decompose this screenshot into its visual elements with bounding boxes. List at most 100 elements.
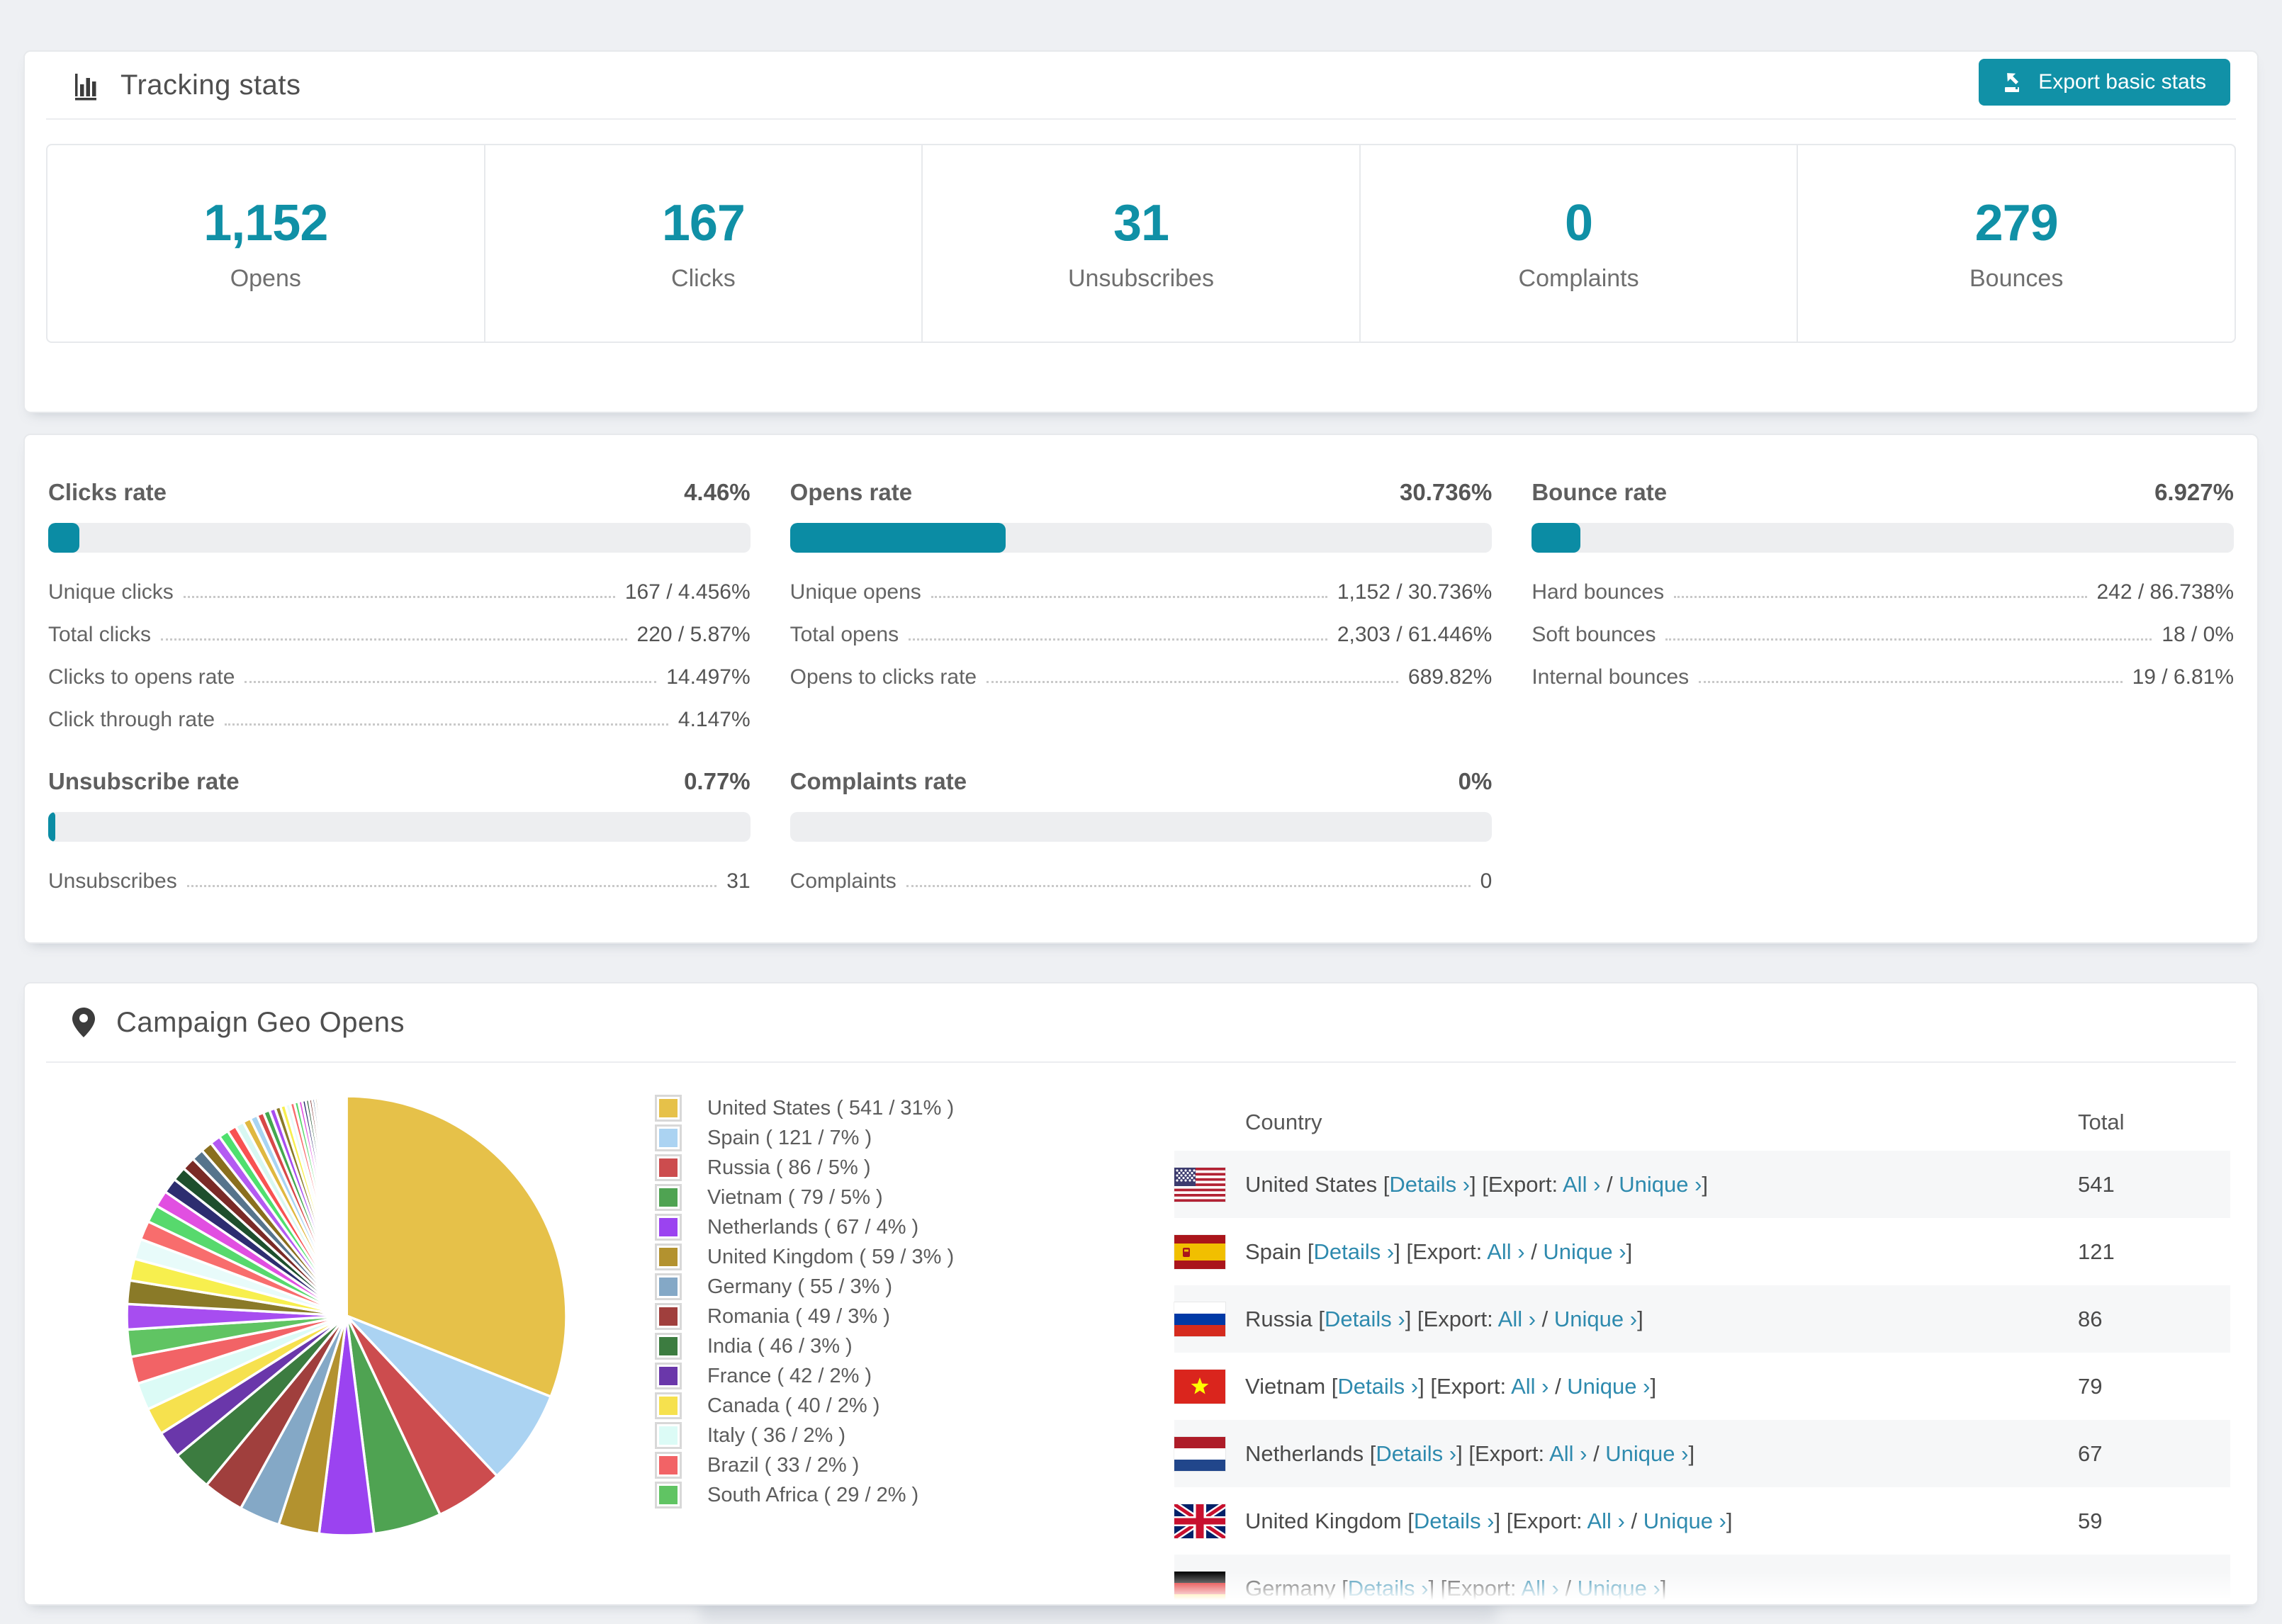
legend-label: France ( 42 / 2% )	[707, 1364, 872, 1387]
country-name: Russia	[1245, 1306, 1319, 1331]
legend-item-spain[interactable]: Spain ( 121 / 7% )	[655, 1123, 954, 1153]
nl-flag-icon	[1174, 1436, 1225, 1471]
country-total: 541	[2078, 1171, 2115, 1197]
rate-title: Unsubscribe rate	[48, 768, 240, 794]
dotted-leader	[186, 885, 717, 887]
details-link[interactable]: Details ›	[1389, 1172, 1470, 1197]
rate-block-opens-rate: Opens rate 30.736% Unique opens 1,152 / 30.…	[789, 479, 1493, 741]
stat-value: 0	[1565, 195, 1593, 252]
legend-item-brazil[interactable]: Brazil ( 33 / 2% )	[655, 1450, 954, 1480]
link-bracket: ]	[1660, 1575, 1667, 1601]
export-all-link[interactable]: All ›	[1511, 1374, 1548, 1399]
legend-label: Brazil ( 33 / 2% )	[707, 1453, 860, 1477]
stat-row-value: 2,303 / 61.446%	[1337, 623, 1493, 646]
legend-item-india[interactable]: India ( 46 / 3% )	[655, 1331, 954, 1361]
legend-label: South Africa ( 29 / 2% )	[707, 1483, 919, 1506]
legend-swatch	[655, 1244, 682, 1270]
stat-row: Clicks to opens rate 14.497%	[48, 656, 751, 699]
stat-row-label: Unique opens	[789, 580, 921, 604]
legend-item-united-states[interactable]: United States ( 541 / 31% )	[655, 1093, 954, 1123]
stat-label: Opens	[230, 265, 301, 292]
details-link[interactable]: Details ›	[1414, 1509, 1495, 1533]
rate-title: Clicks rate	[48, 479, 167, 505]
legend-label: Italy ( 36 / 2% )	[707, 1423, 846, 1447]
stat-label: Bounces	[1969, 265, 2064, 292]
page: Tracking stats Export basic stats 1,152 O…	[0, 0, 2282, 1624]
stat-row: Unique clicks 167 / 4.456%	[48, 571, 751, 614]
export-unique-link[interactable]: Unique ›	[1619, 1172, 1702, 1197]
rate-title: Opens rate	[789, 479, 913, 505]
us-flag-icon	[1174, 1167, 1225, 1202]
details-link[interactable]: Details ›	[1376, 1441, 1456, 1466]
es-flag-icon	[1174, 1234, 1225, 1269]
stat-clicks: 167 Clicks	[483, 145, 922, 342]
stat-label: Clicks	[671, 265, 736, 292]
stat-opens: 1,152 Opens	[47, 145, 484, 342]
export-all-link[interactable]: All ›	[1549, 1441, 1587, 1466]
stat-row-value: 689.82%	[1407, 665, 1493, 689]
geo-opens-header: Campaign Geo Opens	[46, 983, 2236, 1063]
stat-row-label: Total clicks	[48, 623, 152, 646]
export-all-link[interactable]: All ›	[1487, 1239, 1524, 1264]
link-bracket: [	[1318, 1306, 1325, 1331]
legend-label: Canada ( 40 / 2% )	[707, 1394, 880, 1417]
table-row-united-states: United States [Details ›] [Export: All ›…	[1174, 1151, 2230, 1218]
legend-swatch	[655, 1124, 682, 1151]
export-unique-link[interactable]: Unique ›	[1605, 1441, 1688, 1466]
legend-item-vietnam[interactable]: Vietnam ( 79 / 5% )	[655, 1183, 954, 1212]
legend-item-netherlands[interactable]: Netherlands ( 67 / 4% )	[655, 1212, 954, 1242]
rate-value: 30.736%	[1400, 479, 1493, 505]
legend-swatch	[655, 1363, 682, 1389]
export-unique-link[interactable]: Unique ›	[1554, 1307, 1637, 1331]
rate-block-unsubscribe-rate: Unsubscribe rate 0.77% Unsubscribes 31	[48, 768, 751, 903]
ru-flag-icon	[1174, 1302, 1225, 1336]
export-unique-link[interactable]: Unique ›	[1543, 1239, 1626, 1264]
stat-row: Total clicks 220 / 5.87%	[48, 614, 751, 656]
legend-label: India ( 46 / 3% )	[707, 1334, 853, 1358]
tracking-stats-card: Tracking stats Export basic stats 1,152 O…	[23, 50, 2259, 413]
link-bracket: /	[1536, 1306, 1554, 1331]
export-all-link[interactable]: All ›	[1563, 1172, 1600, 1197]
rate-value: 0%	[1458, 768, 1493, 794]
details-link[interactable]: Details ›	[1325, 1307, 1405, 1331]
geo-opens-card: Campaign Geo Opens United States ( 541 /…	[23, 982, 2259, 1606]
legend-item-united-kingdom[interactable]: United Kingdom ( 59 / 3% )	[655, 1242, 954, 1272]
legend-item-russia[interactable]: Russia ( 86 / 5% )	[655, 1153, 954, 1183]
stat-row: Total opens 2,303 / 61.446%	[790, 614, 1493, 656]
legend-item-south-africa[interactable]: South Africa ( 29 / 2% )	[655, 1480, 954, 1510]
export-all-link[interactable]: All ›	[1521, 1576, 1558, 1601]
link-bracket: /	[1600, 1171, 1619, 1197]
stat-row: Unique opens 1,152 / 30.736%	[790, 571, 1493, 614]
export-icon	[2003, 70, 2027, 94]
link-bracket: ] [Export:	[1494, 1508, 1587, 1533]
stat-label: Complaints	[1518, 265, 1639, 292]
link-bracket: [	[1307, 1239, 1314, 1264]
details-link[interactable]: Details ›	[1337, 1374, 1418, 1399]
stat-complaints: 0 Complaints	[1359, 145, 1797, 342]
column-header-total: Total	[2078, 1110, 2125, 1134]
legend-item-romania[interactable]: Romania ( 49 / 3% )	[655, 1302, 954, 1331]
legend-item-italy[interactable]: Italy ( 36 / 2% )	[655, 1421, 954, 1450]
legend-swatch	[655, 1184, 682, 1211]
legend-item-france[interactable]: France ( 42 / 2% )	[655, 1361, 954, 1391]
stat-row-label: Clicks to opens rate	[48, 665, 235, 689]
details-link[interactable]: Details ›	[1314, 1239, 1395, 1264]
dotted-leader	[161, 638, 627, 641]
export-all-link[interactable]: All ›	[1498, 1307, 1536, 1331]
legend-swatch	[655, 1482, 682, 1509]
export-unique-link[interactable]: Unique ›	[1567, 1374, 1650, 1399]
export-unique-link[interactable]: Unique ›	[1578, 1576, 1660, 1601]
bar-chart-icon	[69, 69, 102, 101]
stat-row-value: 4.147%	[678, 708, 751, 731]
dotted-leader	[931, 596, 1327, 598]
export-all-link[interactable]: All ›	[1587, 1509, 1624, 1533]
details-link[interactable]: Details ›	[1348, 1576, 1429, 1601]
pie-slice-other-55[interactable]	[344, 1095, 348, 1316]
legend-item-germany[interactable]: Germany ( 55 / 3% )	[655, 1272, 954, 1302]
legend-label: United States ( 541 / 31% )	[707, 1096, 955, 1120]
country-total: 59	[2078, 1508, 2103, 1533]
legend-item-canada[interactable]: Canada ( 40 / 2% )	[655, 1391, 954, 1421]
export-basic-stats-button[interactable]: Export basic stats	[1979, 59, 2230, 106]
legend-label: Netherlands ( 67 / 4% )	[707, 1215, 919, 1239]
export-unique-link[interactable]: Unique ›	[1643, 1509, 1726, 1533]
